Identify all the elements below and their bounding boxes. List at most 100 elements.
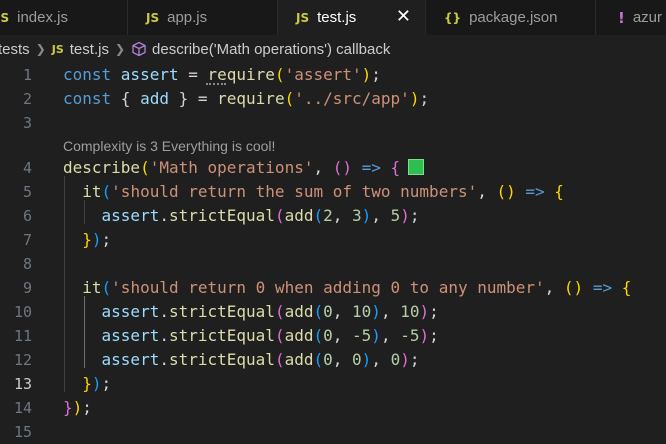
- code-text: it('should return 0 when adding 0 to any…: [63, 276, 631, 300]
- tab-index-js[interactable]: JS index.js: [0, 0, 128, 35]
- code-token: 'assert': [284, 65, 362, 84]
- line-number: 15: [13, 423, 32, 441]
- code-token: (): [332, 158, 352, 177]
- code-line[interactable]: 3: [0, 111, 666, 135]
- code-token: assert: [120, 65, 179, 84]
- code-token: ): [371, 302, 381, 321]
- line-number: 14: [13, 399, 32, 417]
- code-token: ): [361, 350, 372, 369]
- code-token: (: [274, 65, 285, 84]
- code-token: (: [274, 326, 285, 345]
- code-token: ,: [371, 206, 391, 225]
- tab-bar: JS index.js JS app.js JS test.js ✕ {} pa…: [0, 0, 666, 35]
- tab-label: azur: [632, 9, 663, 26]
- code-line[interactable]: 5 it('should return the sum of two numbe…: [0, 180, 666, 204]
- code-token: strictEqual: [168, 302, 275, 321]
- code-token: const: [63, 65, 121, 84]
- tab-package-json[interactable]: {} package.json: [426, 0, 596, 35]
- code-token: ;: [409, 350, 420, 369]
- code-token: 3: [352, 206, 362, 225]
- line-number: 12: [13, 351, 32, 369]
- code-line[interactable]: 6 assert.strictEqual(add(2, 3), 5);: [0, 204, 666, 228]
- code-token: {: [621, 278, 632, 297]
- complexity-codelens[interactable]: Complexity is 3 Everything is cool!: [63, 138, 275, 154]
- code-line[interactable]: 14});: [0, 396, 666, 420]
- line-number: 7: [22, 231, 32, 249]
- tab-azur[interactable]: ! azur: [596, 0, 666, 35]
- method-cube-icon: [132, 41, 146, 57]
- line-number: 8: [22, 255, 32, 273]
- code-token: add: [284, 302, 314, 321]
- code-token: require: [217, 89, 285, 108]
- json-file-icon: {}: [444, 10, 462, 25]
- code-token: ): [361, 65, 372, 84]
- code-token: 0: [390, 350, 401, 369]
- code-token: describe: [63, 158, 141, 177]
- code-line[interactable]: 15: [0, 420, 666, 444]
- code-token: 5: [390, 206, 401, 225]
- line-number: 5: [22, 183, 32, 201]
- code-line[interactable]: 7 });: [0, 228, 666, 252]
- code-token: assert: [101, 302, 160, 321]
- breadcrumb-folder[interactable]: tests: [0, 41, 30, 58]
- tab-app-js[interactable]: JS app.js: [128, 0, 278, 35]
- code-token: (: [101, 182, 112, 201]
- breadcrumb-file[interactable]: test.js: [70, 41, 109, 58]
- code-text: const assert = require('assert');: [63, 63, 381, 87]
- code-token: ;: [409, 206, 420, 225]
- code-token: 0: [323, 350, 333, 369]
- code-token: ;: [82, 398, 92, 417]
- code-token: 10: [400, 302, 420, 321]
- code-token: add: [284, 326, 314, 345]
- code-token: }: [82, 374, 92, 393]
- code-token: ): [419, 326, 430, 345]
- code-token: ,: [332, 326, 353, 345]
- close-tab-icon[interactable]: ✕: [396, 6, 411, 27]
- code-line[interactable]: 1 const assert = require('assert');: [0, 63, 666, 87]
- code-token: assert: [101, 326, 160, 345]
- code-token: ,: [544, 278, 564, 297]
- code-token: ;: [371, 65, 381, 84]
- code-token: }: [82, 230, 92, 249]
- code-token: ): [400, 350, 410, 369]
- code-token: ;: [101, 230, 112, 249]
- code-token: ): [361, 206, 372, 225]
- code-token: =>: [515, 182, 555, 201]
- code-token: ,: [371, 350, 391, 369]
- code-token: ): [419, 302, 430, 321]
- code-token: (: [284, 89, 295, 108]
- code-text: });: [63, 372, 111, 396]
- code-line[interactable]: 9 it('should return 0 when adding 0 to a…: [0, 276, 666, 300]
- color-swatch-icon[interactable]: [408, 159, 425, 175]
- line-number: 9: [22, 279, 32, 297]
- code-token: ): [72, 398, 83, 417]
- code-token: (: [274, 302, 285, 321]
- code-token: (): [496, 182, 516, 201]
- code-token: .: [159, 350, 169, 369]
- code-line[interactable]: 2 const { add } = require('../src/app');: [0, 87, 666, 111]
- code-line[interactable]: 12 assert.strictEqual(add(0, 0), 0);: [0, 348, 666, 372]
- breadcrumb: tests ❯ JS test.js ❯ describe('Math oper…: [0, 35, 666, 63]
- code-token: =: [178, 65, 208, 84]
- code-line[interactable]: 13 });: [0, 372, 666, 396]
- chevron-right-icon: ❯: [114, 42, 126, 56]
- code-token: const: [63, 89, 121, 108]
- line-number: 11: [13, 327, 32, 345]
- code-token: strictEqual: [168, 350, 275, 369]
- code-token: ;: [429, 302, 439, 321]
- code-line[interactable]: 11 assert.strictEqual(add(0, -5), -5);: [0, 324, 666, 348]
- code-token: (): [563, 278, 584, 297]
- tab-test-js[interactable]: JS test.js ✕: [278, 0, 426, 35]
- code-text: assert.strictEqual(add(2, 3), 5);: [63, 204, 420, 228]
- code-token: =>: [352, 158, 391, 177]
- chevron-right-icon: ❯: [35, 42, 46, 56]
- breadcrumb-symbol[interactable]: describe('Math operations') callback: [152, 41, 390, 58]
- code-line[interactable]: 4 describe('Math operations', () => {: [0, 156, 666, 180]
- code-token: it: [82, 182, 102, 201]
- code-line[interactable]: 8: [0, 252, 666, 276]
- code-line[interactable]: 10 assert.strictEqual(add(0, 10), 10);: [0, 300, 666, 324]
- code-text: });: [63, 228, 111, 252]
